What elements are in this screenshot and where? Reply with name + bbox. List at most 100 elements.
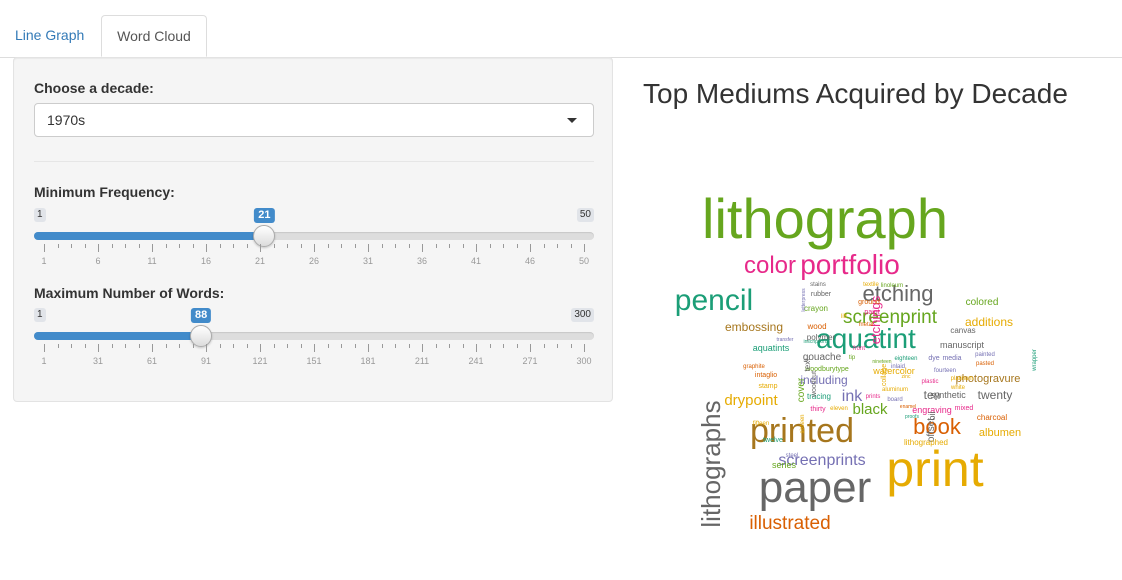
cloud-word: painted xyxy=(975,352,995,358)
min-frequency-slider[interactable]: 1 50 21 1 6 11 16 21 26 31 36 41 46 50 xyxy=(34,208,594,278)
slider-tick-label: 121 xyxy=(252,356,268,366)
slider-tick-label: 41 xyxy=(470,256,482,266)
slider-tick xyxy=(98,244,99,252)
slider-handle[interactable] xyxy=(253,225,276,247)
cloud-word: collage xyxy=(881,364,888,386)
slider-minor-tick xyxy=(462,244,464,248)
slider-minor-tick xyxy=(557,244,558,248)
slider-minor-tick xyxy=(57,244,59,248)
cloud-word: text xyxy=(803,358,812,372)
cloud-word: letterpress xyxy=(801,288,807,312)
cloud-word: charcoal xyxy=(977,413,1007,422)
slider-tick xyxy=(206,344,207,352)
slider-minor-tick xyxy=(408,344,410,348)
cloud-word: pasted xyxy=(976,361,994,367)
slider-tick-label: 11 xyxy=(147,256,157,266)
cloud-word: prints xyxy=(866,394,881,400)
slider-minor-tick xyxy=(503,344,504,348)
cloud-word: sixteen xyxy=(800,414,806,433)
slider-minor-tick xyxy=(165,244,167,248)
slider-tick-label: 31 xyxy=(92,356,104,366)
cloud-word: linoleum xyxy=(881,283,903,289)
sidebar-panel: Choose a decade: 1970s Minimum Frequency… xyxy=(13,57,613,402)
slider-minor-tick xyxy=(395,244,396,248)
slider-minor-tick xyxy=(287,344,288,348)
tab-word-cloud[interactable]: Word Cloud xyxy=(101,15,207,57)
cloud-word: inscriptions xyxy=(803,339,829,345)
cloud-word: mixed xyxy=(955,405,974,412)
slider-tick-label: 36 xyxy=(416,256,428,266)
cloud-word: eleven xyxy=(830,406,848,412)
slider-minor-tick xyxy=(354,344,356,348)
cloud-word: embossing xyxy=(725,320,783,334)
cloud-word: cover xyxy=(796,377,807,402)
cloud-word: including xyxy=(800,373,847,387)
slider-minor-tick xyxy=(503,244,504,248)
cloud-word: aluminum xyxy=(882,387,908,393)
slider-max-label: 300 xyxy=(571,308,594,322)
slider-tick-label: 151 xyxy=(306,356,322,366)
slider-minor-tick xyxy=(462,344,464,348)
cloud-word: twenty xyxy=(978,388,1013,402)
slider-tick-label: 181 xyxy=(360,356,376,366)
slider-minor-tick xyxy=(57,344,59,348)
chart-title: Top Mediums Acquired by Decade xyxy=(643,78,1068,109)
slider-minor-tick xyxy=(192,244,194,248)
cloud-word: transfer xyxy=(777,337,794,343)
slider-tick xyxy=(98,344,99,352)
slider-minor-tick xyxy=(138,344,140,348)
cloud-word: print xyxy=(886,441,983,497)
slider-minor-tick xyxy=(543,344,545,348)
divider xyxy=(34,161,594,162)
cloud-word: paint xyxy=(864,309,879,316)
cloud-word: series xyxy=(772,460,797,470)
slider-tick xyxy=(152,244,153,252)
cloud-word: albumen xyxy=(979,427,1021,439)
slider-minor-tick xyxy=(408,244,410,248)
cloud-word: illustrated xyxy=(749,513,830,534)
slider-minor-tick xyxy=(300,344,302,348)
cloud-word: zinc xyxy=(902,374,911,380)
slider-minor-tick xyxy=(327,344,329,348)
cloud-word: colored xyxy=(966,297,999,308)
cloud-word: fifteen xyxy=(753,421,769,427)
cloud-word: wrapper xyxy=(1032,349,1038,372)
slider-minor-tick xyxy=(125,344,126,348)
chevron-down-icon xyxy=(567,118,577,123)
slider-minor-tick xyxy=(165,344,167,348)
slider-minor-tick xyxy=(449,244,450,248)
tab-bar: Line Graph Word Cloud xyxy=(0,0,1122,58)
tab-line-graph[interactable]: Line Graph xyxy=(0,15,99,56)
slider-minor-tick xyxy=(354,244,356,248)
max-words-slider[interactable]: 1 300 88 1 31 61 91 121 151 181 211 241 271 300 xyxy=(34,308,594,378)
slider-minor-tick xyxy=(557,344,558,348)
slider-minor-tick xyxy=(300,244,302,248)
min-frequency-label: Minimum Frequency: xyxy=(34,184,175,200)
cloud-word: stamp xyxy=(758,383,777,390)
slider-minor-tick xyxy=(71,244,72,248)
cloud-word: tip xyxy=(849,355,856,361)
slider-minor-tick xyxy=(435,244,437,248)
slider-minor-tick xyxy=(543,244,545,248)
cloud-word: canvas xyxy=(950,326,975,335)
cloud-word: drypoint xyxy=(724,392,778,409)
slider-minor-tick xyxy=(449,344,450,348)
slider-minor-tick xyxy=(341,344,342,348)
cloud-word: metal xyxy=(859,322,874,328)
decade-select[interactable]: 1970s xyxy=(34,103,594,137)
slider-tick xyxy=(368,344,369,352)
cloud-word: white xyxy=(950,385,966,391)
slider-minor-tick xyxy=(71,344,72,348)
slider-minor-tick xyxy=(219,344,221,348)
slider-tick-label: 26 xyxy=(308,256,320,266)
slider-tick-label: 1 xyxy=(41,256,47,266)
slider-value-label: 21 xyxy=(254,208,275,223)
slider-tick xyxy=(422,244,423,252)
slider-minor-tick xyxy=(489,344,491,348)
slider-minor-tick xyxy=(273,344,275,348)
cloud-word: book xyxy=(913,414,962,439)
slider-value-label: 88 xyxy=(191,308,212,323)
cloud-word: ground xyxy=(858,299,880,306)
cloud-word: textile xyxy=(863,282,879,288)
slider-minor-tick xyxy=(381,344,383,348)
